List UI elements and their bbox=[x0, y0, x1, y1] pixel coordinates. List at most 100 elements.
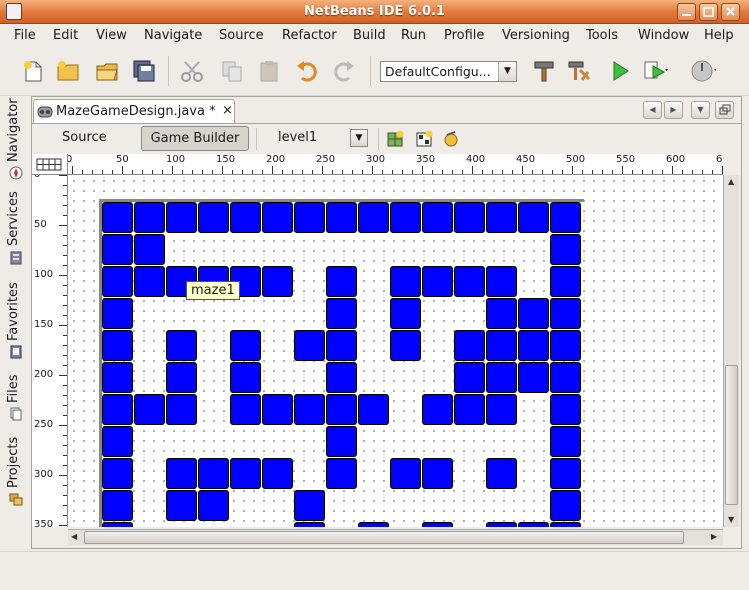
close-window-button[interactable] bbox=[721, 3, 740, 21]
save-all-icon[interactable] bbox=[131, 58, 157, 84]
maze-tile[interactable] bbox=[198, 458, 229, 489]
maze-tile[interactable] bbox=[486, 522, 517, 527]
maze-tile[interactable] bbox=[134, 202, 165, 233]
maze-tile[interactable] bbox=[102, 202, 133, 233]
scene-dropdown-button[interactable]: ▼ bbox=[350, 129, 368, 147]
maze-tile[interactable] bbox=[230, 202, 261, 233]
maze-tile[interactable] bbox=[550, 362, 581, 393]
maze-tile[interactable] bbox=[518, 522, 549, 527]
maze-tile[interactable] bbox=[550, 490, 581, 521]
tab-navigator[interactable]: Navigator bbox=[6, 98, 21, 162]
maze-tile[interactable] bbox=[294, 394, 325, 425]
maze-tile[interactable] bbox=[358, 522, 389, 527]
maze-tile[interactable] bbox=[326, 394, 357, 425]
tab-maze-game-design[interactable]: MazeGameDesign.java * × bbox=[33, 99, 235, 123]
scroll-up-icon[interactable]: ▲ bbox=[728, 177, 734, 186]
maze-tile[interactable] bbox=[102, 234, 133, 265]
maze-tile[interactable] bbox=[358, 394, 389, 425]
maze-tile[interactable] bbox=[550, 458, 581, 489]
scroll-left-icon[interactable]: ◀ bbox=[71, 532, 77, 541]
maze-tile[interactable] bbox=[422, 394, 453, 425]
tab-favorites[interactable]: Favorites bbox=[6, 282, 21, 341]
maze-tile[interactable] bbox=[454, 202, 485, 233]
menu-file[interactable]: File bbox=[14, 28, 36, 43]
build-icon[interactable] bbox=[531, 58, 557, 84]
maze-tile[interactable] bbox=[102, 426, 133, 457]
maze-tile[interactable] bbox=[486, 330, 517, 361]
open-project-icon[interactable] bbox=[94, 58, 120, 84]
horizontal-scrollbar[interactable]: ◀ ▶ bbox=[68, 529, 723, 545]
scroll-tabs-right-button[interactable]: ▶ bbox=[664, 101, 683, 119]
menu-view[interactable]: View bbox=[96, 28, 127, 43]
maze-tile[interactable] bbox=[230, 330, 261, 361]
maze-tile[interactable] bbox=[134, 234, 165, 265]
maze-tile[interactable] bbox=[454, 394, 485, 425]
vertical-scroll-thumb[interactable] bbox=[725, 365, 738, 505]
undo-icon[interactable] bbox=[294, 58, 320, 84]
maze-tile[interactable] bbox=[390, 202, 421, 233]
maze-tile[interactable] bbox=[390, 298, 421, 329]
maze-tile[interactable] bbox=[454, 362, 485, 393]
maze-tile[interactable] bbox=[326, 266, 357, 297]
maze-tile[interactable] bbox=[230, 362, 261, 393]
maze-tile[interactable] bbox=[550, 522, 581, 527]
tab-services[interactable]: Services bbox=[6, 191, 21, 246]
vertical-scrollbar[interactable]: ▲ ▼ bbox=[723, 175, 739, 527]
maze-tile[interactable] bbox=[198, 202, 229, 233]
horizontal-scroll-thumb[interactable] bbox=[84, 531, 684, 544]
maze-tile[interactable] bbox=[102, 266, 133, 297]
configuration-combobox[interactable]: DefaultConfigu... ▼ bbox=[380, 61, 517, 82]
debug-icon[interactable] bbox=[642, 58, 668, 84]
game-builder-view-button[interactable]: Game Builder bbox=[141, 126, 249, 151]
copy-icon[interactable] bbox=[219, 58, 245, 84]
maze-tile[interactable] bbox=[422, 458, 453, 489]
maze-tile[interactable] bbox=[326, 330, 357, 361]
maze-tile[interactable] bbox=[134, 266, 165, 297]
clean-build-icon[interactable] bbox=[566, 58, 592, 84]
menu-refactor[interactable]: Refactor bbox=[282, 28, 337, 43]
maze-tile[interactable] bbox=[294, 330, 325, 361]
maze-tile[interactable] bbox=[102, 298, 133, 329]
maze-tile[interactable] bbox=[102, 458, 133, 489]
maze-tile[interactable] bbox=[358, 202, 389, 233]
maze-tile[interactable] bbox=[550, 394, 581, 425]
maze-tile[interactable] bbox=[518, 362, 549, 393]
maze-tile[interactable] bbox=[166, 202, 197, 233]
maze-tile[interactable] bbox=[166, 330, 197, 361]
maximize-window-button[interactable] bbox=[715, 101, 734, 119]
maze-tile[interactable] bbox=[550, 330, 581, 361]
scroll-down-icon[interactable]: ▼ bbox=[728, 515, 734, 524]
new-file-icon[interactable] bbox=[20, 58, 46, 84]
add-tiled-layer-icon[interactable] bbox=[387, 130, 404, 147]
maze-tile[interactable] bbox=[550, 266, 581, 297]
maze-tile[interactable] bbox=[166, 458, 197, 489]
maze-tile[interactable] bbox=[550, 202, 581, 233]
menu-run[interactable]: Run bbox=[401, 28, 426, 43]
menu-edit[interactable]: Edit bbox=[53, 28, 78, 43]
chevron-down-icon[interactable]: ▼ bbox=[498, 62, 516, 81]
maze-tile[interactable] bbox=[262, 458, 293, 489]
redo-icon[interactable] bbox=[331, 58, 357, 84]
maze-tile[interactable] bbox=[390, 330, 421, 361]
cut-icon[interactable] bbox=[179, 58, 205, 84]
menu-build[interactable]: Build bbox=[353, 28, 386, 43]
menu-profile[interactable]: Profile bbox=[444, 28, 484, 43]
maze-tile[interactable] bbox=[518, 330, 549, 361]
close-tab-button[interactable]: × bbox=[222, 103, 233, 118]
source-view-button[interactable]: Source bbox=[62, 130, 107, 145]
maze-tile[interactable] bbox=[390, 266, 421, 297]
grid-toggle-icon[interactable] bbox=[32, 154, 68, 175]
maze-tile[interactable] bbox=[326, 458, 357, 489]
maze-tile[interactable] bbox=[326, 202, 357, 233]
menu-versioning[interactable]: Versioning bbox=[502, 28, 570, 43]
menu-navigate[interactable]: Navigate bbox=[144, 28, 202, 43]
maze-tile[interactable] bbox=[454, 330, 485, 361]
minimize-button[interactable] bbox=[677, 3, 696, 21]
profile-icon[interactable] bbox=[690, 58, 716, 84]
maze-tile[interactable] bbox=[294, 490, 325, 521]
scroll-tabs-left-button[interactable]: ◀ bbox=[643, 101, 662, 119]
maze-tile[interactable] bbox=[166, 362, 197, 393]
maze-tile[interactable] bbox=[486, 394, 517, 425]
maze-tile[interactable] bbox=[102, 522, 133, 527]
paste-icon[interactable] bbox=[256, 58, 282, 84]
